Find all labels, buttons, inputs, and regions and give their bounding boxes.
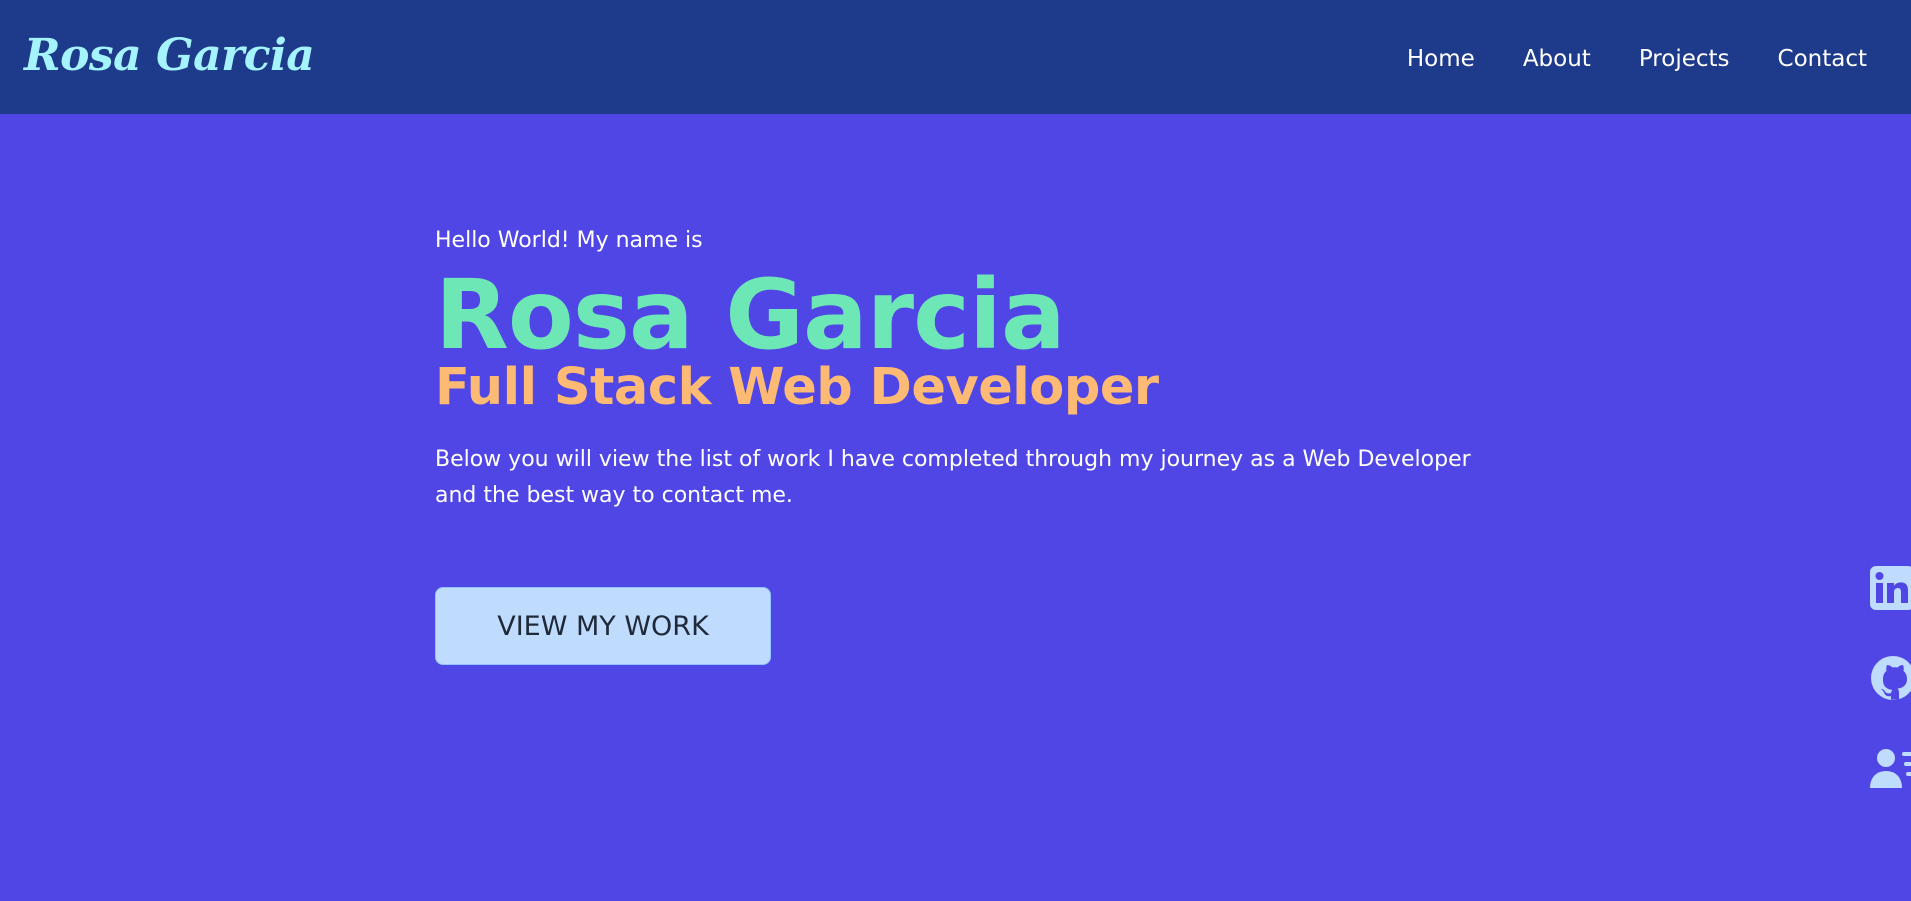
- hero-section: Hello World! My name is Rosa Garcia Full…: [435, 224, 1515, 514]
- hero-role: Full Stack Web Developer: [435, 358, 1159, 417]
- github-icon: [1871, 656, 1911, 700]
- resume-link[interactable]: [1870, 746, 1911, 790]
- hero-greeting: Hello World! My name is: [435, 228, 703, 253]
- github-link[interactable]: [1870, 655, 1911, 701]
- navbar: Rosa Garcia Home About Projects Contact: [0, 0, 1911, 114]
- nav-link-about[interactable]: About: [1523, 40, 1591, 78]
- nav-link-projects[interactable]: Projects: [1639, 40, 1730, 78]
- linkedin-link[interactable]: [1870, 566, 1911, 610]
- hero-description: Below you will view the list of work I h…: [435, 447, 1471, 508]
- view-my-work-button[interactable]: VIEW MY WORK: [435, 587, 771, 665]
- nav-link-contact[interactable]: Contact: [1778, 40, 1867, 78]
- linkedin-icon: [1870, 566, 1911, 610]
- brand-logo[interactable]: Rosa Garcia: [24, 26, 315, 86]
- nav-links: Home About Projects Contact: [1407, 40, 1867, 78]
- hero-name: Rosa Garcia: [435, 259, 1066, 371]
- resume-icon: [1870, 749, 1911, 788]
- nav-link-home[interactable]: Home: [1407, 40, 1475, 78]
